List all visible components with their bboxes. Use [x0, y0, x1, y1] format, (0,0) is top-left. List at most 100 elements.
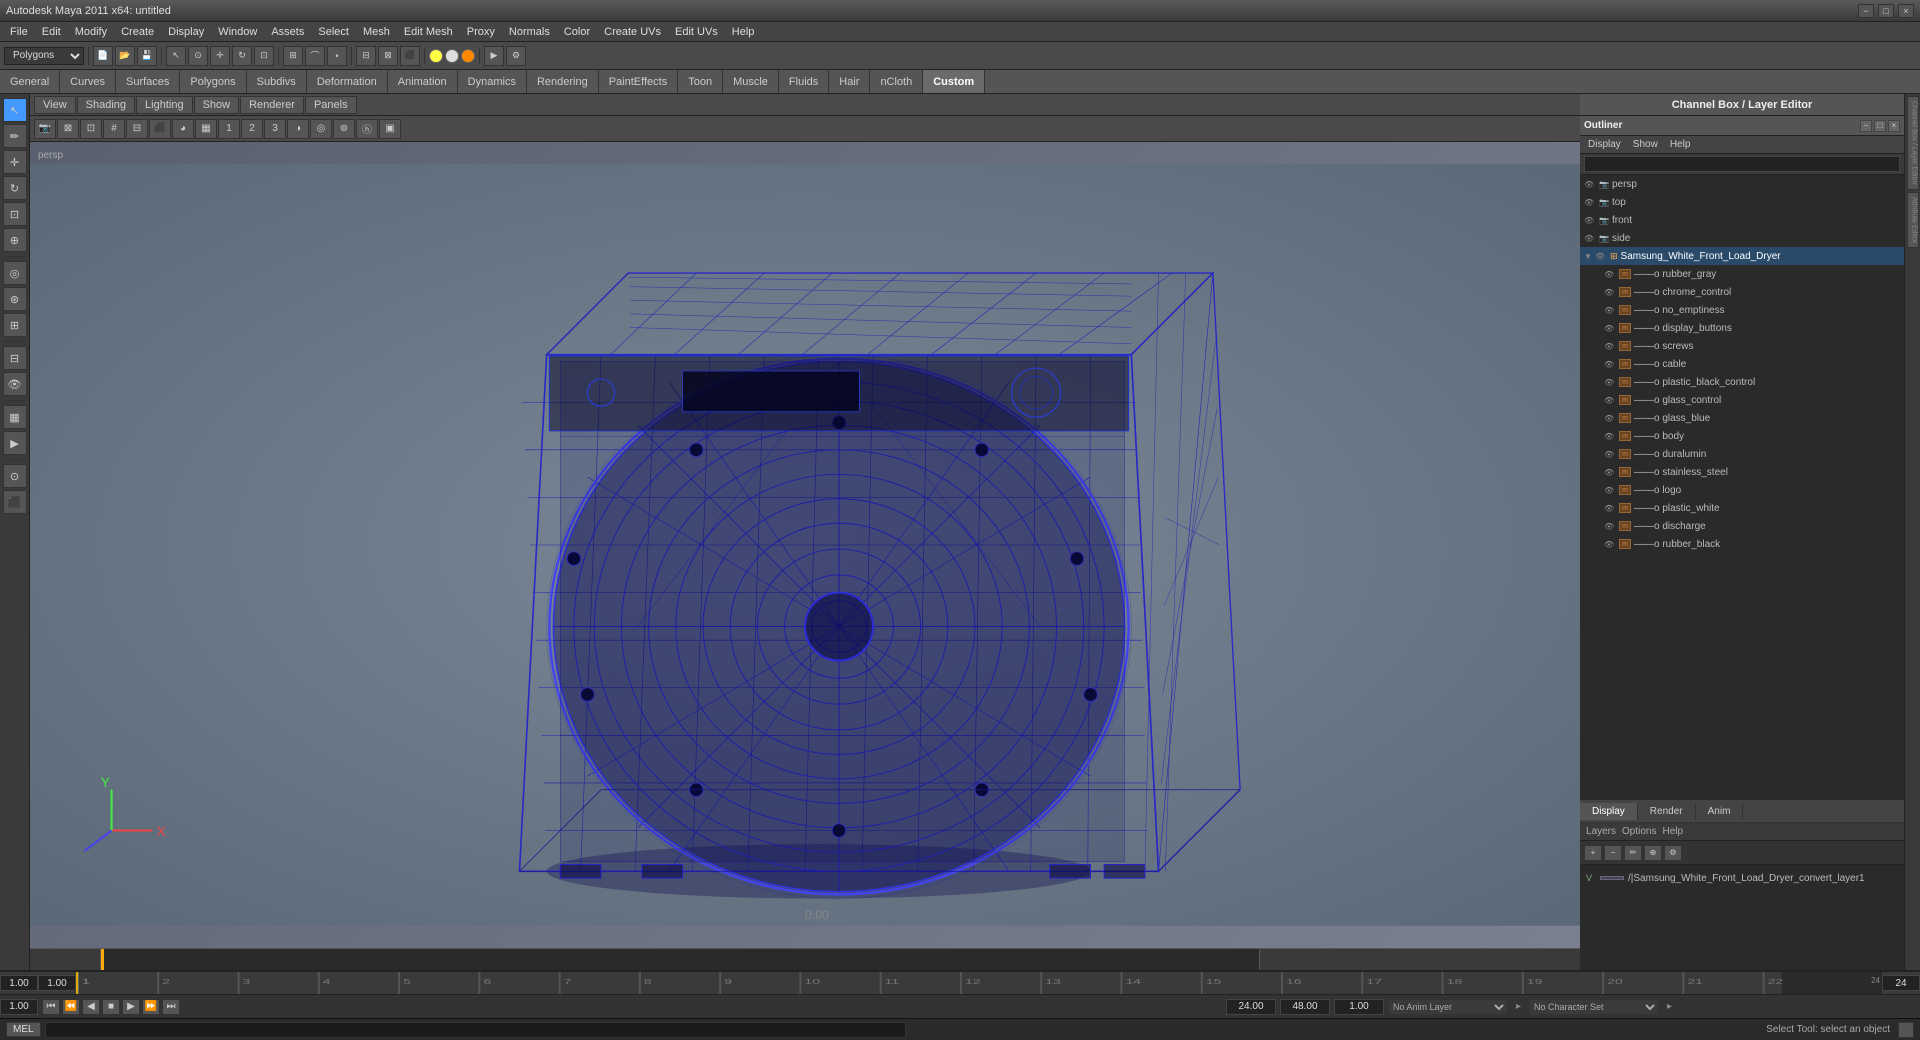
show-menu[interactable]: Show: [194, 96, 240, 114]
tab-toon[interactable]: Toon: [678, 70, 723, 93]
quality-low[interactable]: 1: [218, 119, 240, 139]
tab-hair[interactable]: Hair: [829, 70, 870, 93]
snap-curve-btn[interactable]: ⌒: [305, 46, 325, 66]
outliner-item-persp[interactable]: 👁 📷 persp: [1580, 175, 1904, 193]
timeline-frame-marker[interactable]: [76, 972, 78, 994]
outliner-menu-show[interactable]: Show: [1629, 138, 1662, 151]
render-tool[interactable]: ▶: [3, 431, 27, 455]
panels-menu[interactable]: Panels: [305, 96, 357, 114]
sculpt-tool[interactable]: ⊛: [3, 287, 27, 311]
tab-curves[interactable]: Curves: [60, 70, 116, 93]
minimize-button[interactable]: −: [1858, 4, 1874, 18]
tab-animation[interactable]: Animation: [388, 70, 458, 93]
step-fwd-btn[interactable]: ⏩: [142, 999, 160, 1015]
camera-icon[interactable]: 📷: [34, 119, 56, 139]
attr-paint[interactable]: ⬛: [3, 490, 27, 514]
anim-layer-dropdown[interactable]: No Anim Layer: [1388, 999, 1508, 1015]
menu-color[interactable]: Color: [558, 24, 596, 40]
layer-sub-options[interactable]: Options: [1622, 826, 1656, 837]
color-yellow-btn[interactable]: [429, 49, 443, 63]
outliner-item-chrome-control[interactable]: 👁 m ——o chrome_control: [1580, 283, 1904, 301]
mel-input[interactable]: [45, 1022, 907, 1038]
shading-menu[interactable]: Shading: [77, 96, 135, 114]
outliner-maximize-btn[interactable]: □: [1874, 120, 1886, 132]
outliner-item-cable[interactable]: 👁 m ——o cable: [1580, 355, 1904, 373]
maximize-button[interactable]: □: [1878, 4, 1894, 18]
scale-tool[interactable]: ⊡: [3, 202, 27, 226]
outliner-item-body[interactable]: 👁 m ——o body: [1580, 427, 1904, 445]
view-menu[interactable]: View: [34, 96, 76, 114]
tab-rendering[interactable]: Rendering: [527, 70, 599, 93]
skip-to-start-btn[interactable]: ⏮: [42, 999, 60, 1015]
layer-vis-toggle[interactable]: V: [1586, 873, 1596, 883]
render-btn[interactable]: ▶: [484, 46, 504, 66]
scale-btn[interactable]: ⊡: [254, 46, 274, 66]
menu-help[interactable]: Help: [726, 24, 761, 40]
move-tool[interactable]: ✛: [3, 150, 27, 174]
show-manip[interactable]: ⊞: [3, 313, 27, 337]
tab-muscle[interactable]: Muscle: [723, 70, 779, 93]
layer-memberships-btn[interactable]: ⊕: [1644, 845, 1662, 861]
outliner-search-input[interactable]: [1584, 156, 1900, 172]
outliner-menu-display[interactable]: Display: [1584, 138, 1625, 151]
quality-med[interactable]: 2: [241, 119, 263, 139]
layer-tab-anim[interactable]: Anim: [1696, 803, 1744, 820]
layer-edit-btn[interactable]: ✏: [1624, 845, 1642, 861]
paint-tool[interactable]: ✏: [3, 124, 27, 148]
solid-btn[interactable]: ⊠: [378, 46, 398, 66]
menu-edit-mesh[interactable]: Edit Mesh: [398, 24, 459, 40]
playback-end-input[interactable]: [1226, 999, 1276, 1015]
outliner-item-logo[interactable]: 👁 m ——o logo: [1580, 481, 1904, 499]
heads-up[interactable]: ⓗ: [356, 119, 378, 139]
attr-editor-strip-btn[interactable]: Attribute Editor: [1907, 192, 1919, 248]
menu-create[interactable]: Create: [115, 24, 160, 40]
outliner-item-front[interactable]: 👁 📷 front: [1580, 211, 1904, 229]
close-button[interactable]: ×: [1898, 4, 1914, 18]
character-set-dropdown[interactable]: No Character Set: [1529, 999, 1659, 1015]
material-btn[interactable]: ◕: [172, 119, 194, 139]
layer-tab-render[interactable]: Render: [1638, 803, 1696, 820]
menu-normals[interactable]: Normals: [503, 24, 556, 40]
play-fwd-btn[interactable]: ▶: [122, 999, 140, 1015]
layer-sub-help[interactable]: Help: [1662, 826, 1683, 837]
frame-rate-input[interactable]: [1334, 999, 1384, 1015]
layer-del-btn[interactable]: −: [1604, 845, 1622, 861]
menu-file[interactable]: File: [4, 24, 34, 40]
skip-to-end-btn[interactable]: ⏭: [162, 999, 180, 1015]
textured-btn2[interactable]: ▦: [195, 119, 217, 139]
quality-high[interactable]: 3: [264, 119, 286, 139]
tab-deformation[interactable]: Deformation: [307, 70, 388, 93]
save-file-btn[interactable]: 💾: [137, 46, 157, 66]
isolate-sel[interactable]: ⊛: [333, 119, 355, 139]
grid-btn[interactable]: #: [103, 119, 125, 139]
outliner-minimize-btn[interactable]: −: [1860, 120, 1872, 132]
soft-mod-tool[interactable]: ◎: [3, 261, 27, 285]
outliner-item-glass-blue[interactable]: 👁 m ——o glass_blue: [1580, 409, 1904, 427]
color-white-btn[interactable]: [445, 49, 459, 63]
layer-sub-layers[interactable]: Layers: [1586, 826, 1616, 837]
select-tool-btn[interactable]: ↖: [166, 46, 186, 66]
menu-modify[interactable]: Modify: [69, 24, 113, 40]
outliner-item-side[interactable]: 👁 📷 side: [1580, 229, 1904, 247]
step-back-btn[interactable]: ⏪: [62, 999, 80, 1015]
rotate-tool[interactable]: ↻: [3, 176, 27, 200]
timeline-track[interactable]: 1 2 3 4 5 6 7 8: [76, 972, 1882, 994]
shadow-btn[interactable]: ◑: [287, 119, 309, 139]
solid-btn2[interactable]: ⬛: [149, 119, 171, 139]
snap-view[interactable]: ⊟: [3, 346, 27, 370]
tab-painteffects[interactable]: PaintEffects: [599, 70, 679, 93]
outliner-item-discharge[interactable]: 👁 m ——o discharge: [1580, 517, 1904, 535]
rotate-btn[interactable]: ↻: [232, 46, 252, 66]
menu-select[interactable]: Select: [312, 24, 355, 40]
tab-surfaces[interactable]: Surfaces: [116, 70, 180, 93]
view-tool[interactable]: 👁: [3, 372, 27, 396]
paint-skin[interactable]: ⊙: [3, 464, 27, 488]
tab-custom[interactable]: Custom: [923, 70, 985, 93]
outliner-item-display-buttons[interactable]: 👁 m ——o display_buttons: [1580, 319, 1904, 337]
menu-assets[interactable]: Assets: [265, 24, 310, 40]
move-btn[interactable]: ✛: [210, 46, 230, 66]
mode-dropdown[interactable]: Polygons: [4, 47, 84, 65]
outliner-item-rubber-black[interactable]: 👁 m ——o rubber_black: [1580, 535, 1904, 553]
tab-fluids[interactable]: Fluids: [779, 70, 829, 93]
stop-btn[interactable]: ■: [102, 999, 120, 1015]
